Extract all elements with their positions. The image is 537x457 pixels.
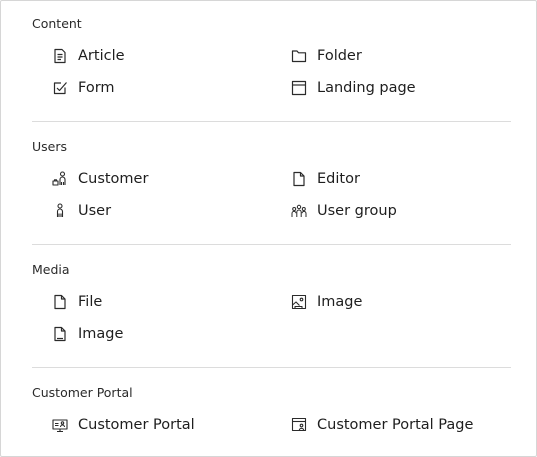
image-file-icon [52,326,68,342]
editor-file-icon [291,171,307,187]
divider [32,367,511,368]
item-form[interactable]: Form [52,77,115,99]
folder-icon [291,48,307,64]
item-folder[interactable]: Folder [291,45,362,67]
user-group-icon [291,203,307,219]
item-landing-page[interactable]: Landing page [291,77,416,99]
item-image-file[interactable]: Image [52,323,123,345]
item-customer-portal[interactable]: Customer Portal [52,414,195,436]
section-title: Content [32,16,82,31]
item-editor[interactable]: Editor [291,168,360,190]
landing-page-icon [291,80,307,96]
article-icon [52,48,68,64]
section-title: Customer Portal [32,385,133,400]
divider [32,121,511,122]
image-icon [291,294,307,310]
item-user[interactable]: User [52,200,111,222]
customer-icon [52,171,68,187]
divider [32,244,511,245]
file-icon [52,294,68,310]
section-title: Media [32,262,70,277]
item-article[interactable]: Article [52,45,125,67]
user-icon [52,203,68,219]
item-file[interactable]: File [52,291,102,313]
item-customer[interactable]: Customer [52,168,148,190]
customer-portal-icon [52,417,68,433]
section-title: Users [32,139,68,154]
item-user-group[interactable]: User group [291,200,397,222]
item-customer-portal-page[interactable]: Customer Portal Page [291,414,473,436]
customer-portal-page-icon [291,417,307,433]
content-type-picker: Content Article Folder Form Landing page… [0,0,537,457]
item-image[interactable]: Image [291,291,362,313]
form-checkbox-icon [52,80,68,96]
